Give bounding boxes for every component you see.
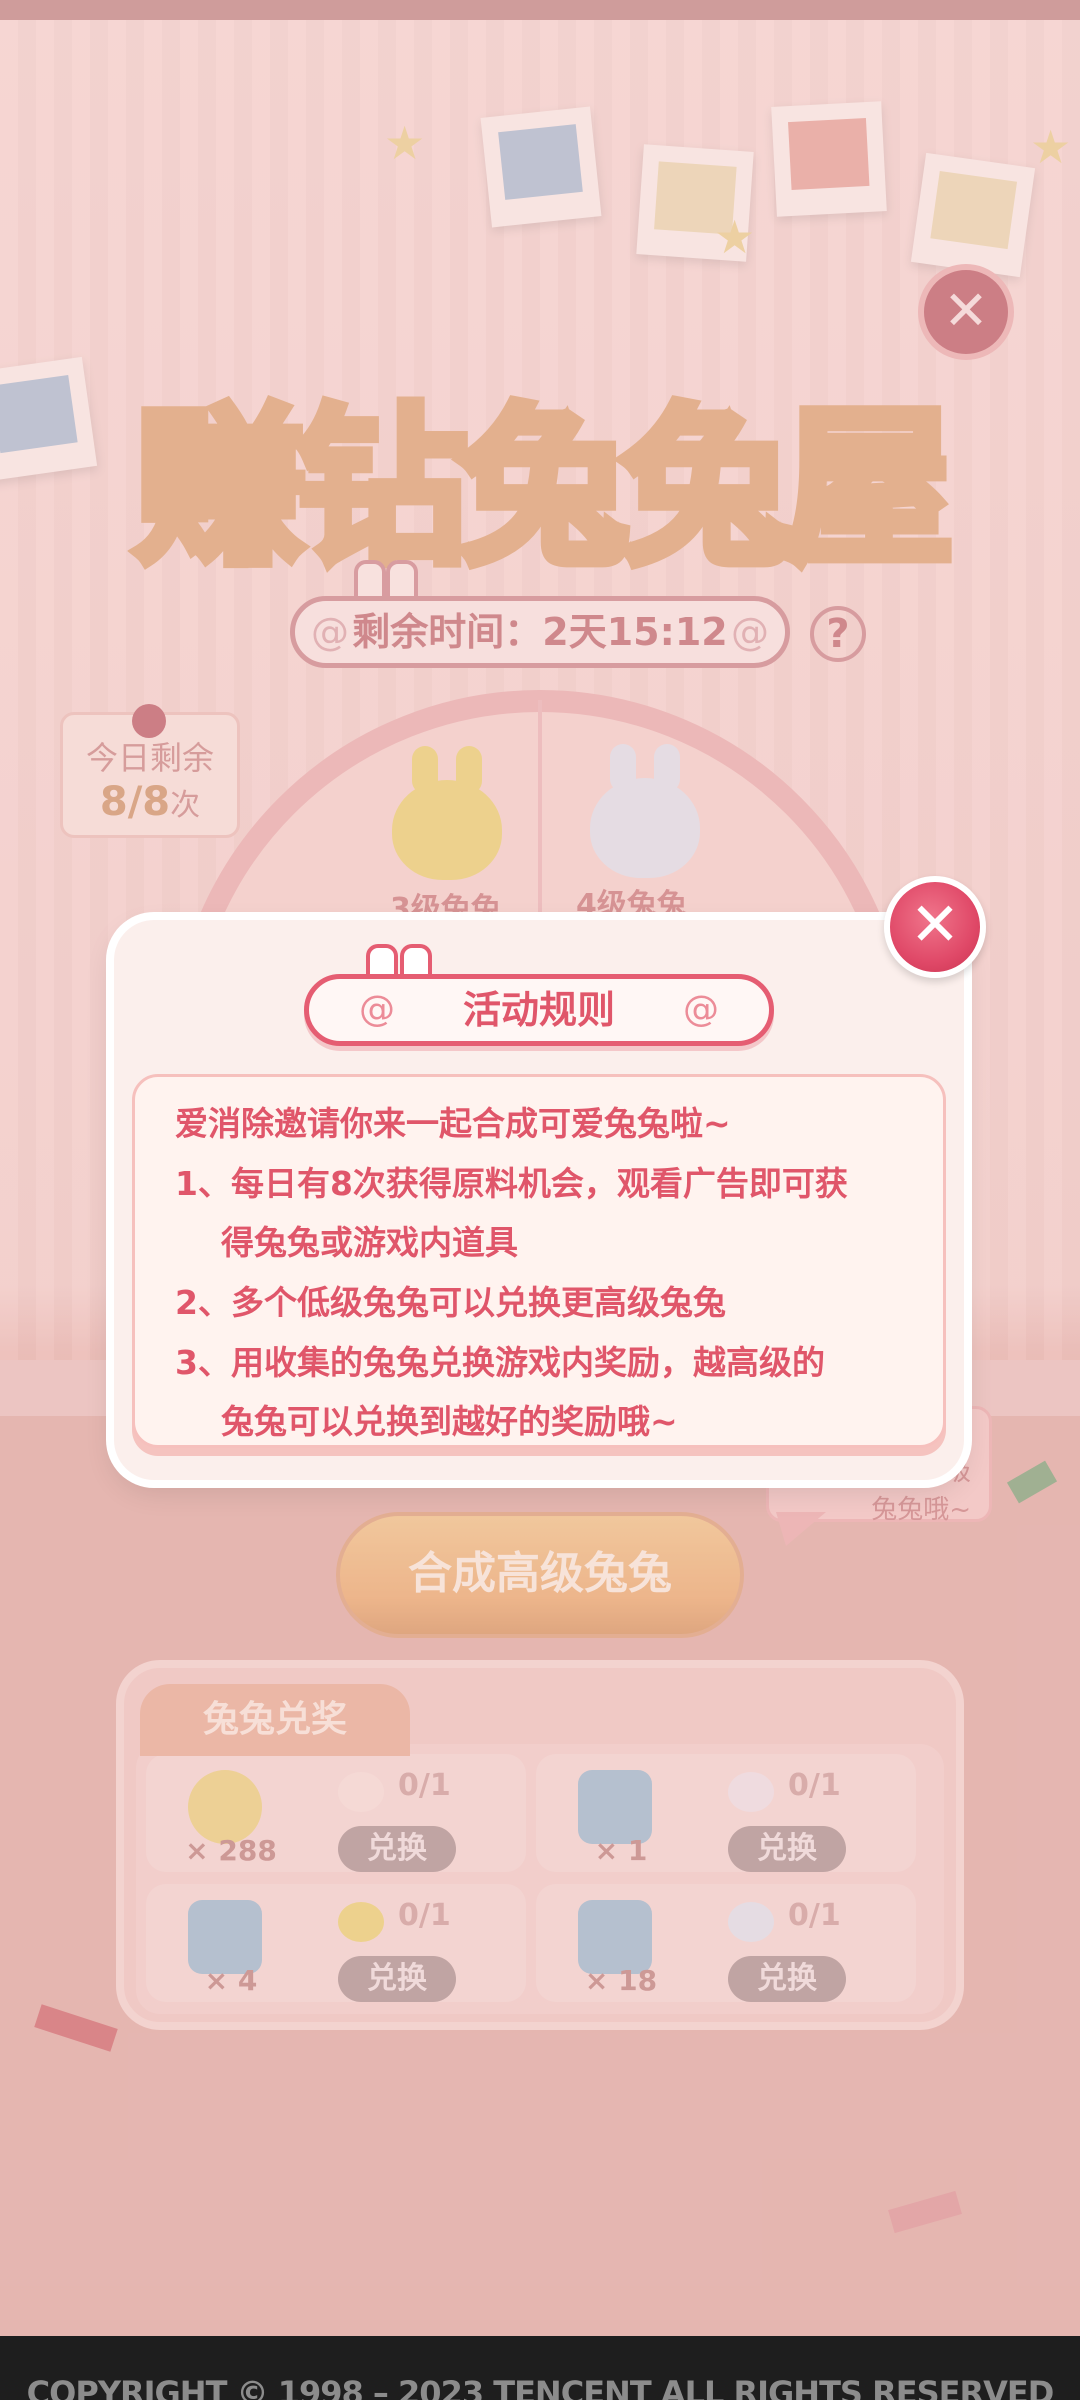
rules-content: 爱消除邀请你来一起合成可爱兔兔啦~ 1、每日有8次获得原料机会，观看广告即可获 … — [132, 1074, 946, 1448]
rule-line: 1、每日有8次获得原料机会，观看广告即可获 — [175, 1164, 848, 1203]
rule-line: 得兔兔或游戏内道具 — [221, 1223, 518, 1262]
rule-line: 爱消除邀请你来一起合成可爱兔兔啦~ — [175, 1104, 731, 1143]
modal-title: @ 活动规则 @ — [304, 974, 774, 1046]
rule-line: 3、用收集的兔兔兑换游戏内奖励，越高级的 — [175, 1343, 825, 1382]
copyright-text: COPYRIGHT © 1998 – 2023 TENCENT ALL RIGH… — [26, 2374, 1055, 2400]
rule-line: 兔兔可以兑换到越好的奖励哦~ — [221, 1402, 678, 1441]
modal-title-text: 活动规则 — [462, 988, 615, 1032]
close-modal-button[interactable]: ✕ — [884, 876, 986, 978]
swirl-icon: @ — [683, 989, 719, 1030]
rule-line: 2、多个低级兔兔可以兑换更高级兔兔 — [175, 1283, 726, 1322]
footer: COPYRIGHT © 1998 – 2023 TENCENT ALL RIGH… — [0, 2336, 1080, 2400]
swirl-icon: @ — [359, 989, 395, 1030]
